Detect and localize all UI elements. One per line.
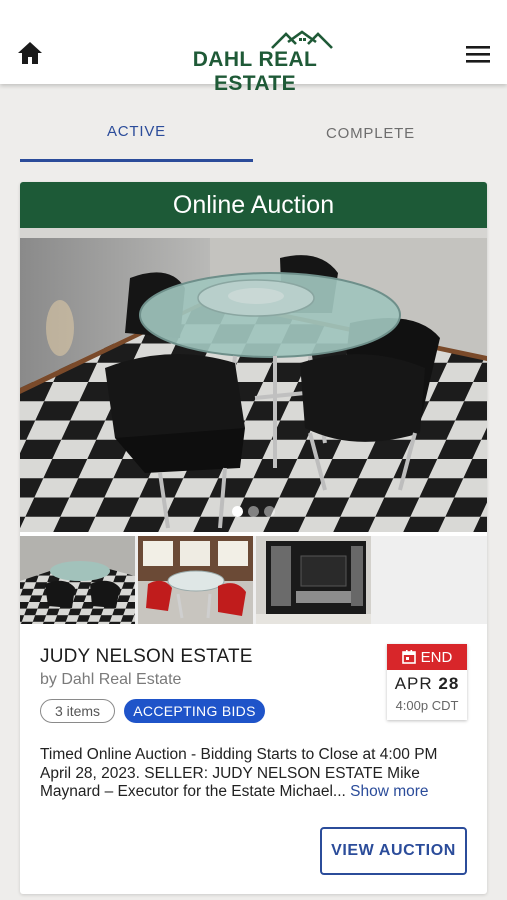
status-badge: ACCEPTING BIDS	[124, 699, 265, 723]
end-date: APR 28	[387, 674, 467, 694]
brand-logo[interactable]: DAHL REAL ESTATE	[166, 30, 344, 95]
end-date-header: END	[387, 644, 467, 670]
thumbnail-3[interactable]	[256, 536, 371, 624]
thumbnail-strip	[20, 536, 487, 624]
tab-active[interactable]: ACTIVE	[20, 104, 253, 162]
view-auction-button[interactable]: VIEW AUCTION	[320, 827, 467, 875]
home-icon[interactable]	[16, 40, 44, 66]
end-day: 28	[438, 674, 460, 693]
end-label: END	[420, 648, 453, 666]
listing-main-photo[interactable]	[20, 228, 487, 532]
tab-complete[interactable]: COMPLETE	[254, 104, 487, 162]
calendar-icon	[401, 650, 416, 664]
listing-byline: by Dahl Real Estate	[40, 671, 182, 688]
carousel-dot[interactable]	[248, 506, 259, 517]
end-date-box: END APR 28 4:00p CDT	[387, 644, 467, 720]
logo-text: DAHL REAL ESTATE	[192, 48, 318, 95]
listing-title[interactable]: JUDY NELSON ESTATE	[40, 646, 253, 668]
carousel-dot[interactable]	[232, 506, 243, 517]
hamburger-menu-icon[interactable]	[464, 43, 492, 65]
end-month: APR	[394, 674, 433, 693]
auction-card: Online Auction JUDY NELSON ESTATE by Dah…	[20, 182, 487, 894]
listing-description: Timed Online Auction - Bidding Starts to…	[40, 746, 470, 802]
auction-tabs: ACTIVE COMPLETE	[20, 104, 487, 162]
carousel-dots	[20, 506, 487, 520]
app-header: DAHL REAL ESTATE	[0, 0, 507, 95]
carousel-dot[interactable]	[264, 506, 275, 517]
items-count-badge: 3 items	[40, 699, 115, 723]
auction-type-banner: Online Auction	[20, 182, 487, 228]
thumbnail-2[interactable]	[138, 536, 253, 624]
thumbnail-1[interactable]	[20, 536, 135, 624]
show-more-link[interactable]: Show more	[350, 783, 428, 800]
end-time: 4:00p CDT	[395, 698, 459, 713]
